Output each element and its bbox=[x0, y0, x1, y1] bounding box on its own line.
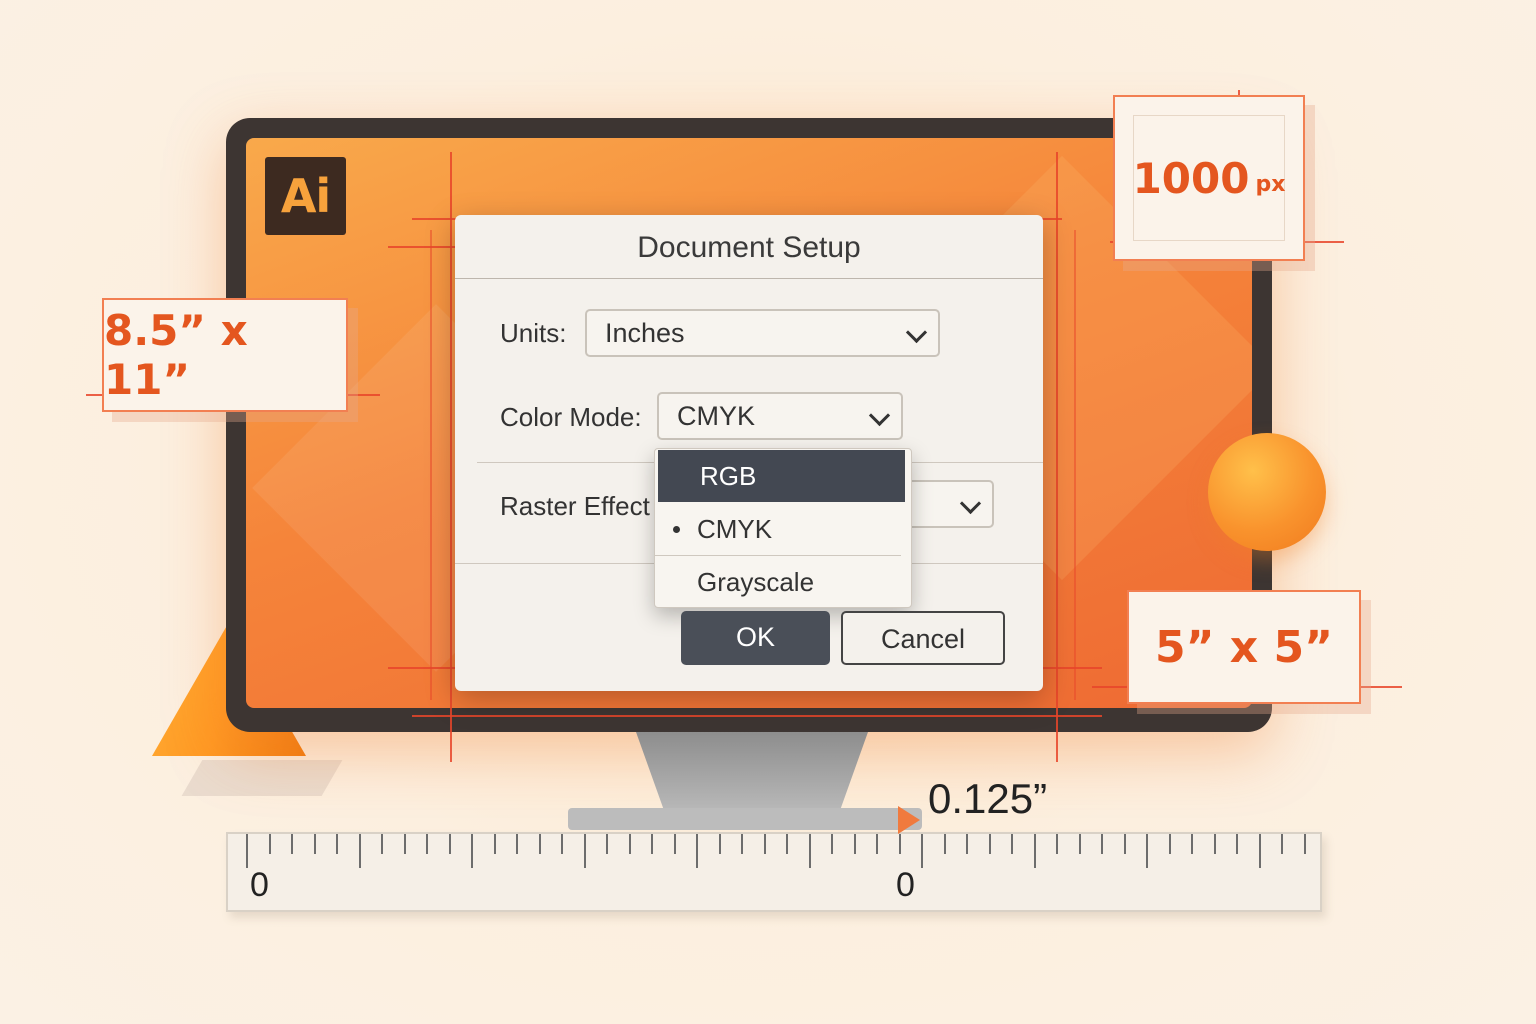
ruler-tick bbox=[898, 834, 901, 854]
dropdown-option-grayscale[interactable]: Grayscale bbox=[655, 556, 911, 608]
pyramid-shadow bbox=[181, 760, 343, 796]
dropdown-option-label: CMYK bbox=[697, 514, 773, 544]
units-select[interactable]: Inches bbox=[585, 309, 940, 357]
ruler-tick bbox=[966, 834, 968, 854]
ruler-tick bbox=[1191, 834, 1193, 854]
illustrator-logo: Ai bbox=[265, 157, 346, 235]
ruler-tick bbox=[831, 834, 833, 854]
raster-effects-label: Raster Effect bbox=[500, 491, 650, 521]
ruler-tick bbox=[943, 834, 946, 854]
guide-line bbox=[412, 715, 1102, 717]
ruler-tick bbox=[988, 834, 991, 854]
ruler-tick bbox=[1033, 834, 1036, 868]
ruler-tick bbox=[1303, 834, 1306, 854]
color-mode-select[interactable]: CMYK bbox=[657, 392, 903, 440]
ruler-tick bbox=[561, 834, 563, 854]
chevron-down-icon bbox=[868, 404, 891, 427]
ruler-tick bbox=[876, 834, 878, 854]
ruler-tick bbox=[1011, 834, 1013, 854]
ruler-number-center: 0 bbox=[896, 866, 915, 904]
ruler-tick bbox=[1101, 834, 1103, 854]
ruler-tick bbox=[516, 834, 518, 854]
guide-line bbox=[388, 667, 458, 669]
units-select-value: Inches bbox=[605, 318, 685, 348]
ruler-tick bbox=[448, 834, 451, 854]
ruler-tick bbox=[606, 834, 608, 854]
ruler-tick bbox=[1146, 834, 1148, 868]
ruler-tick bbox=[403, 834, 406, 854]
units-label: Units: bbox=[500, 318, 567, 348]
ruler-tick bbox=[246, 834, 248, 868]
paper-size-text: 8.5” x 11” bbox=[104, 306, 248, 404]
ruler-tick bbox=[426, 834, 428, 854]
dialog-title: Document Setup bbox=[455, 215, 1043, 279]
color-mode-dropdown: RGB CMYK Grayscale bbox=[654, 448, 912, 608]
ruler-tick bbox=[808, 834, 811, 868]
ruler-tick bbox=[763, 834, 766, 854]
monitor-stand-neck bbox=[636, 732, 868, 810]
ruler-tick bbox=[1281, 834, 1283, 854]
guide-line bbox=[1056, 152, 1058, 762]
guide-line bbox=[430, 230, 432, 700]
ruler-tick bbox=[1123, 834, 1126, 854]
ruler-marker-icon[interactable] bbox=[898, 806, 920, 834]
ruler-tick bbox=[1168, 834, 1171, 854]
dropdown-option-rgb[interactable]: RGB bbox=[658, 450, 905, 502]
ruler-tick bbox=[471, 834, 473, 868]
chevron-down-icon bbox=[959, 492, 982, 515]
ruler-tick bbox=[268, 834, 271, 854]
ruler-tick bbox=[1236, 834, 1238, 854]
ruler-tick bbox=[921, 834, 923, 868]
ruler-tick bbox=[741, 834, 743, 854]
color-mode-label: Color Mode: bbox=[500, 402, 642, 432]
ruler-tick bbox=[538, 834, 541, 854]
ruler-tick bbox=[1056, 834, 1058, 854]
ruler-tick bbox=[853, 834, 856, 854]
pixel-value-text: 1000 bbox=[1132, 153, 1250, 203]
ruler: 0 0 bbox=[226, 832, 1322, 912]
measurement-readout: 0.125” bbox=[928, 775, 1048, 822]
ruler-tick bbox=[583, 834, 586, 868]
ruler-tick bbox=[718, 834, 721, 854]
ruler-tick bbox=[651, 834, 653, 854]
ruler-tick bbox=[696, 834, 698, 868]
monitor-stand-base bbox=[568, 808, 922, 830]
square-size-callout: 5” x 5” bbox=[1127, 590, 1361, 704]
color-mode-select-value: CMYK bbox=[677, 401, 756, 431]
pixel-unit-text: px bbox=[1255, 171, 1286, 197]
ruler-number-left: 0 bbox=[250, 866, 269, 904]
ruler-tick bbox=[493, 834, 496, 854]
paper-size-callout: 8.5” x 11” bbox=[102, 298, 348, 412]
bullet-icon bbox=[673, 526, 680, 533]
pixel-size-callout: 1000 px bbox=[1113, 95, 1305, 261]
ruler-tick bbox=[673, 834, 676, 854]
square-size-text: 5” x 5” bbox=[1154, 621, 1334, 673]
guide-line bbox=[450, 152, 452, 762]
ruler-tick bbox=[336, 834, 338, 854]
cancel-button[interactable]: Cancel bbox=[841, 611, 1005, 665]
ruler-tick bbox=[313, 834, 316, 854]
ok-button[interactable]: OK bbox=[681, 611, 830, 665]
chevron-down-icon bbox=[905, 321, 928, 344]
guide-line bbox=[388, 246, 458, 248]
guide-line bbox=[1074, 230, 1076, 700]
ruler-tick bbox=[1078, 834, 1081, 854]
ruler-tick bbox=[1213, 834, 1216, 854]
ruler-tick bbox=[358, 834, 361, 868]
ruler-tick bbox=[628, 834, 631, 854]
ruler-tick bbox=[1258, 834, 1261, 868]
ruler-tick bbox=[786, 834, 788, 854]
sphere-shape bbox=[1208, 433, 1326, 551]
guide-line bbox=[1040, 667, 1102, 669]
dropdown-option-cmyk[interactable]: CMYK bbox=[655, 503, 911, 555]
ruler-tick bbox=[381, 834, 383, 854]
ruler-tick bbox=[291, 834, 293, 854]
